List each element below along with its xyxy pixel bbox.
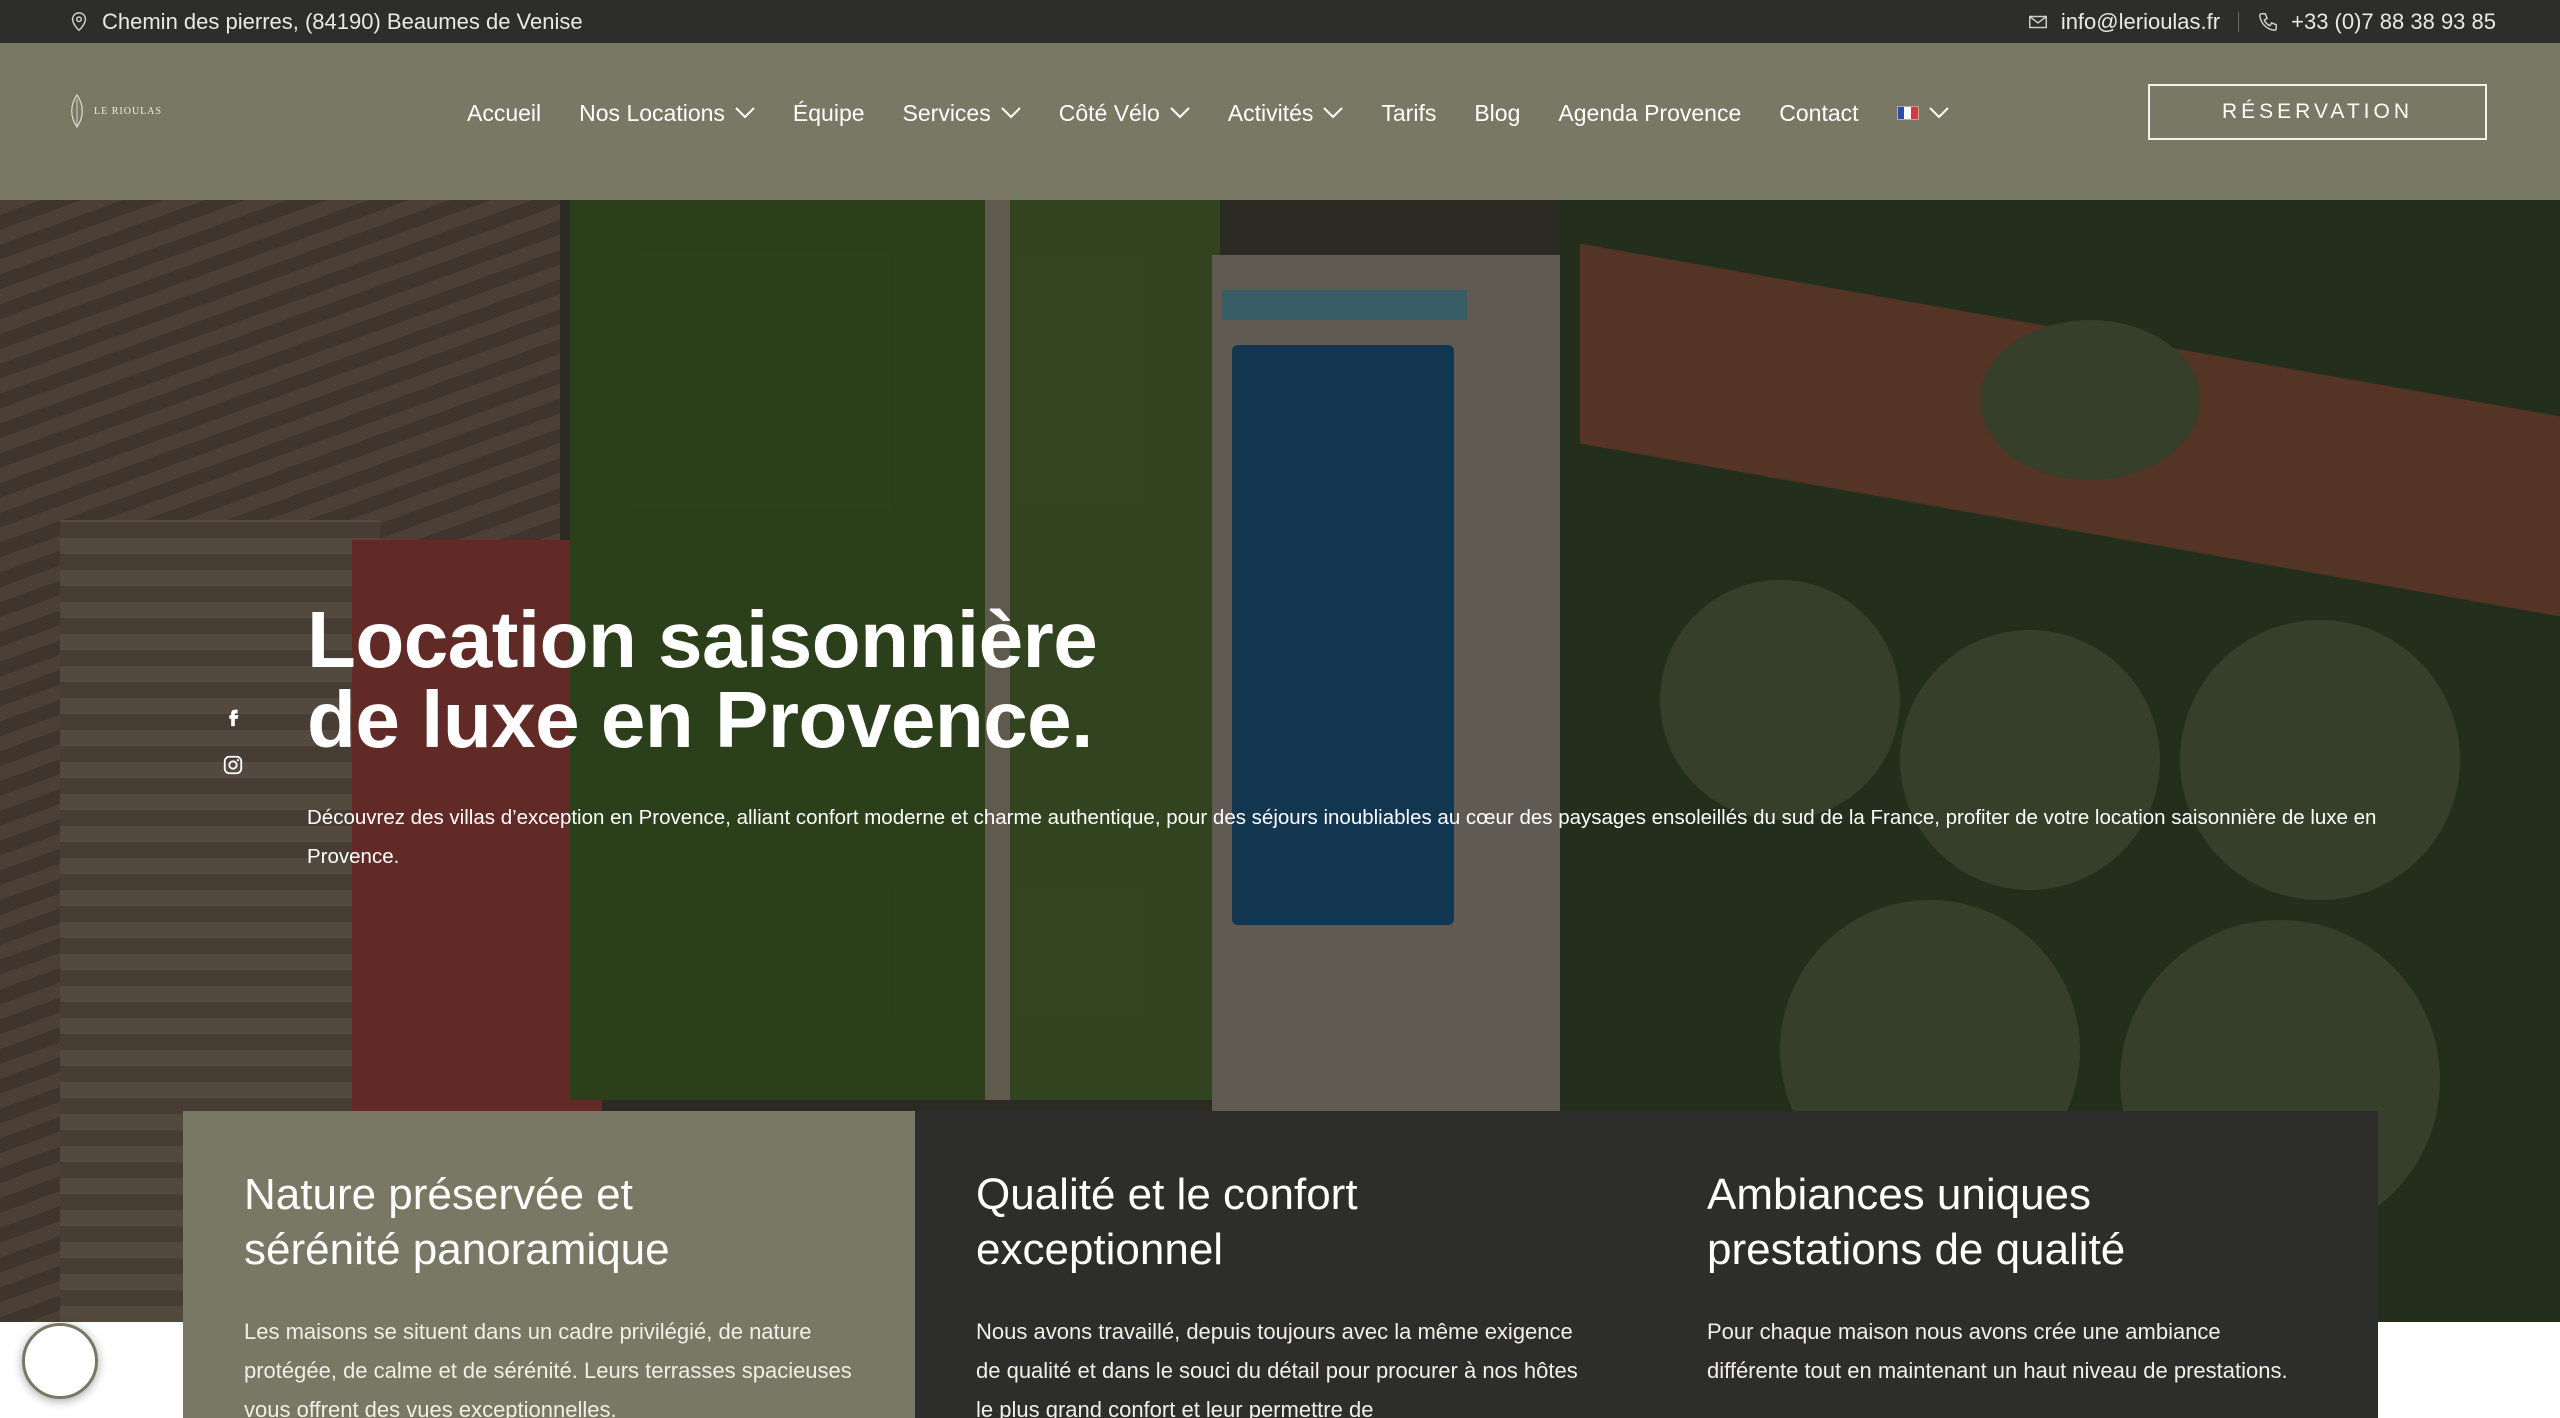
instagram-icon[interactable] bbox=[222, 754, 244, 776]
address: Chemin des pierres, (84190) Beaumes de V… bbox=[68, 9, 583, 35]
card-title: Ambiances uniques prestations de qualité bbox=[1707, 1167, 2318, 1277]
address-text: Chemin des pierres, (84190) Beaumes de V… bbox=[102, 8, 583, 34]
top-info-bar: Chemin des pierres, (84190) Beaumes de V… bbox=[0, 0, 2560, 43]
chevron-down-icon bbox=[1323, 107, 1344, 119]
chevron-down-icon bbox=[1928, 107, 1949, 119]
phone-text[interactable]: +33 (0)7 88 38 93 85 bbox=[2291, 9, 2496, 35]
feature-cards: Nature préservée et sérénité panoramique… bbox=[183, 1111, 2378, 1418]
nav-item-agenda-provence[interactable]: Agenda Provence bbox=[1558, 100, 1741, 127]
feature-card-ambiance: Ambiances uniques prestations de qualité… bbox=[1646, 1111, 2378, 1418]
nav-item-cote-velo[interactable]: Côté Vélo bbox=[1059, 100, 1190, 127]
nav-item-services[interactable]: Services bbox=[903, 100, 1021, 127]
nav-item-accueil[interactable]: Accueil bbox=[467, 100, 541, 127]
phone-link[interactable]: +33 (0)7 88 38 93 85 bbox=[2257, 9, 2496, 35]
hero-description: Découvrez des villas d’exception en Prov… bbox=[307, 806, 2377, 868]
nav-item-activites[interactable]: Activités bbox=[1228, 100, 1344, 127]
nav-item-contact[interactable]: Contact bbox=[1779, 100, 1858, 127]
card-title: Nature préservée et sérénité panoramique bbox=[244, 1167, 855, 1277]
hero-title: Location saisonnière de luxe en Provence… bbox=[307, 600, 1507, 760]
reservation-button[interactable]: RÉSERVATION bbox=[2148, 84, 2487, 140]
nav-item-blog[interactable]: Blog bbox=[1474, 100, 1520, 127]
nav-label: Équipe bbox=[792, 99, 865, 126]
nav-label: Accueil bbox=[467, 99, 542, 126]
nav-item-nos-locations[interactable]: Nos Locations bbox=[579, 100, 755, 127]
hero-title-line: de luxe en Provence. bbox=[307, 675, 1093, 764]
feature-card-quality: Qualité et le confort exceptionnel Nous … bbox=[915, 1111, 1646, 1418]
main-nav: Accueil Nos Locations Équipe Services Cô… bbox=[467, 43, 1987, 183]
nav-label: Côté Vélo bbox=[1058, 99, 1160, 126]
language-selector[interactable] bbox=[1896, 106, 1949, 120]
email-link[interactable]: info@lerioulas.fr bbox=[2027, 9, 2220, 35]
logo[interactable]: LE RIOULAS bbox=[66, 93, 162, 129]
french-flag-icon bbox=[1896, 106, 1919, 120]
chat-widget-button[interactable] bbox=[22, 1323, 98, 1399]
divider bbox=[2238, 11, 2240, 32]
chevron-down-icon bbox=[1170, 107, 1190, 119]
site-header: LE RIOULAS Accueil Nos Locations Équipe … bbox=[0, 43, 2560, 208]
map-pin-icon bbox=[71, 11, 87, 31]
card-title-line: Ambiances uniques bbox=[1707, 1170, 2092, 1219]
nav-label: Tarifs bbox=[1381, 99, 1437, 126]
nav-label: Activités bbox=[1227, 99, 1314, 126]
nav-label: Services bbox=[902, 99, 991, 126]
email-text[interactable]: info@lerioulas.fr bbox=[2061, 9, 2220, 35]
card-text: Les maisons se situent dans un cadre pri… bbox=[244, 1319, 852, 1418]
hero-title-line: Location saisonnière bbox=[307, 595, 1098, 684]
nav-item-equipe[interactable]: Équipe bbox=[793, 100, 865, 127]
card-title-line: exceptionnel bbox=[976, 1225, 1224, 1274]
card-title-line: Qualité et le confort bbox=[976, 1170, 1358, 1219]
chevron-down-icon bbox=[1001, 107, 1021, 119]
card-text: Pour chaque maison nous avons crée une a… bbox=[1707, 1319, 2288, 1383]
mail-icon bbox=[2028, 15, 2047, 28]
card-title-line: prestations de qualité bbox=[1707, 1225, 2126, 1274]
logo-text: LE RIOULAS bbox=[94, 105, 163, 117]
facebook-icon[interactable] bbox=[222, 706, 244, 728]
phone-icon bbox=[2259, 12, 2278, 31]
nav-label: Agenda Provence bbox=[1558, 99, 1742, 126]
feature-card-nature: Nature préservée et sérénité panoramique… bbox=[183, 1111, 915, 1418]
nav-item-tarifs[interactable]: Tarifs bbox=[1381, 100, 1436, 127]
leaf-logo-icon bbox=[71, 93, 83, 129]
card-text: Nous avons travaillé, depuis toujours av… bbox=[976, 1319, 1578, 1418]
nav-label: Contact bbox=[1779, 99, 1859, 126]
card-title-line: sérénité panoramique bbox=[244, 1225, 670, 1274]
chevron-down-icon bbox=[735, 107, 755, 119]
social-links bbox=[222, 706, 244, 776]
card-title: Qualité et le confort exceptionnel bbox=[976, 1167, 1586, 1277]
nav-label: Nos Locations bbox=[579, 99, 725, 126]
card-title-line: Nature préservée et bbox=[244, 1170, 633, 1219]
nav-label: Blog bbox=[1474, 99, 1521, 126]
